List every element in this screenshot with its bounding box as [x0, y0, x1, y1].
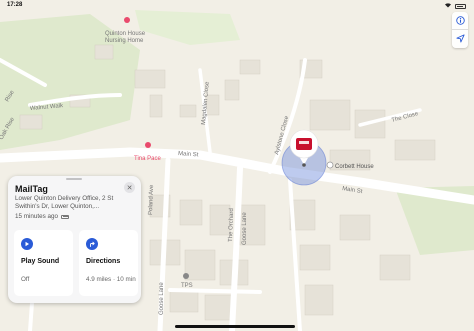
close-button[interactable]: ✕ — [124, 182, 135, 193]
item-address: Lower Quinton Delivery Office, 2 St Swit… — [15, 195, 114, 210]
info-icon — [455, 12, 465, 30]
play-sound-label: Play Sound — [21, 258, 60, 265]
play-sound-status: Off — [21, 276, 30, 283]
close-icon: ✕ — [126, 184, 133, 192]
directions-button[interactable]: Directions 4.9 miles · 10 min — [79, 230, 138, 296]
directions-label: Directions — [86, 258, 121, 265]
the-orchard-label: The Orchard — [228, 208, 235, 242]
tps-label: TPS — [181, 283, 193, 289]
poland-ave-label: Poland Ave — [148, 184, 155, 215]
goose-lane-label-2: Goose Lane — [159, 282, 165, 315]
wifi-icon — [444, 2, 452, 10]
directions-icon — [86, 238, 98, 250]
directions-distance: 4.9 miles · 10 min — [86, 276, 136, 283]
goose-lane-label-1: Goose Lane — [242, 212, 248, 245]
status-bar: 17:28 — [0, 0, 474, 12]
tina-pace-marker — [145, 142, 151, 148]
tina-pace-label: Tina Pace — [134, 156, 161, 162]
map-controls — [452, 12, 468, 48]
item-detail-panel: MailTag ✕ Lower Quinton Delivery Office,… — [8, 176, 141, 303]
last-seen-time: 15 minutes ago — [15, 213, 59, 220]
home-indicator[interactable] — [175, 325, 295, 328]
play-icon — [21, 238, 33, 250]
nursing-home-marker — [124, 17, 130, 23]
location-arrow-icon — [455, 30, 465, 48]
status-time: 17:28 — [7, 2, 23, 8]
corbett-house-label: Corbett House — [335, 164, 374, 170]
tag-location-dot — [302, 163, 306, 167]
battery-icon — [455, 3, 466, 9]
corbett-house-marker — [326, 161, 334, 169]
nursing-home-label: Quinton House Nursing Home — [105, 31, 146, 44]
panel-grabber[interactable] — [66, 178, 82, 180]
item-title: MailTag — [15, 184, 48, 194]
current-location-button[interactable] — [452, 30, 468, 48]
play-sound-button[interactable]: Play Sound Off — [14, 230, 73, 296]
item-battery-icon — [61, 214, 70, 219]
info-button[interactable] — [452, 12, 468, 30]
tps-marker — [183, 273, 189, 279]
